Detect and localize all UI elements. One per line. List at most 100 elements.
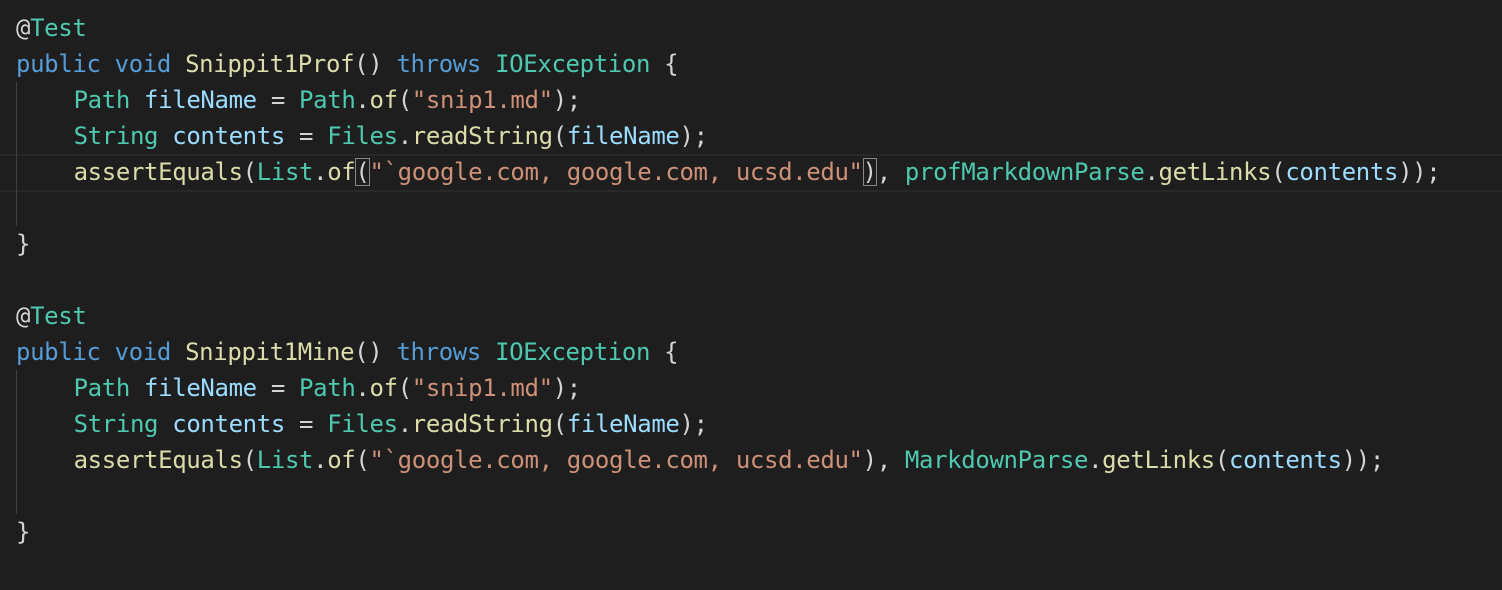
code-token: . (355, 374, 370, 402)
code-token: ); (552, 374, 582, 402)
code-token: = (256, 86, 300, 114)
code-token: )); (1398, 158, 1441, 186)
code-token: )); (1341, 446, 1385, 474)
code-token: void (114, 338, 172, 366)
code-token: ( (552, 122, 567, 150)
code-token: of (327, 158, 356, 186)
code-text: @Test (16, 302, 87, 330)
code-text: assertEquals(List.of("`google.com, googl… (16, 158, 1441, 186)
code-token: Path (73, 86, 131, 114)
code-token: = (256, 374, 300, 402)
code-line[interactable]: assertEquals(List.of("`google.com, googl… (16, 442, 1502, 478)
code-token: ( (242, 446, 257, 474)
code-text: Path fileName = Path.of("snip1.md"); (16, 86, 582, 114)
code-text: assertEquals(List.of("`google.com, googl… (16, 446, 1385, 474)
code-token: { (650, 338, 679, 366)
code-line[interactable] (16, 478, 1502, 514)
code-token: readString (411, 410, 553, 438)
code-token: ); (679, 410, 709, 438)
code-token: , (876, 158, 905, 186)
code-token: } (16, 518, 31, 546)
code-token: "snip1.md" (411, 374, 553, 402)
code-token: . (355, 86, 370, 114)
code-token: @ (16, 302, 31, 330)
code-token: public (16, 50, 101, 78)
code-token: = (284, 122, 328, 150)
code-line[interactable]: } (16, 226, 1502, 262)
matching-bracket: ( (355, 158, 370, 186)
code-token: ); (552, 86, 582, 114)
code-token: List (256, 158, 314, 186)
code-token: Snippit1Prof (185, 50, 355, 78)
code-text: } (16, 230, 30, 258)
code-text: public void Snippit1Mine() throws IOExce… (16, 338, 679, 366)
code-token: Path (299, 86, 356, 114)
code-token: public (16, 338, 101, 366)
code-token: ( (1271, 158, 1286, 186)
code-line[interactable]: public void Snippit1Prof() throws IOExce… (16, 46, 1502, 82)
code-token: ( (397, 374, 412, 402)
code-line[interactable]: Path fileName = Path.of("snip1.md"); (16, 370, 1502, 406)
code-token: "`google.com, google.com, ucsd.edu" (369, 158, 863, 186)
code-token: ), (862, 446, 905, 474)
code-text: String contents = Files.readString(fileN… (16, 410, 708, 438)
code-line[interactable]: @Test (16, 10, 1502, 46)
code-line[interactable]: @Test (16, 298, 1502, 334)
code-token: . (1088, 446, 1103, 474)
code-line[interactable] (16, 190, 1502, 226)
code-token: fileName (566, 410, 680, 438)
code-token: MarkdownParse (904, 446, 1089, 474)
code-text: @Test (16, 14, 87, 42)
code-token: ( (1214, 446, 1229, 474)
code-line[interactable]: Path fileName = Path.of("snip1.md"); (16, 82, 1502, 118)
code-token: ( (552, 410, 567, 438)
code-token: List (256, 446, 314, 474)
code-token: Test (30, 14, 87, 42)
code-token: ( (355, 446, 370, 474)
code-line[interactable]: String contents = Files.readString(fileN… (16, 118, 1502, 154)
code-token: String (73, 410, 159, 438)
code-line[interactable] (16, 262, 1502, 298)
code-token: Files (327, 410, 398, 438)
code-token: contents (1285, 158, 1399, 186)
code-token: Path (299, 374, 356, 402)
code-token: void (114, 50, 172, 78)
code-token: . (1144, 158, 1159, 186)
code-token: . (313, 158, 328, 186)
code-token: () (354, 338, 397, 366)
code-text: Path fileName = Path.of("snip1.md"); (16, 374, 582, 402)
code-line[interactable]: public void Snippit1Mine() throws IOExce… (16, 334, 1502, 370)
code-token: fileName (566, 122, 680, 150)
code-token: throws (396, 338, 481, 366)
code-text: public void Snippit1Prof() throws IOExce… (16, 50, 679, 78)
code-token: IOException (495, 338, 651, 366)
code-line[interactable]: assertEquals(List.of("`google.com, googl… (0, 154, 1502, 192)
code-token: ( (242, 158, 257, 186)
code-token: contents (1228, 446, 1342, 474)
code-token: } (16, 230, 31, 258)
code-token: . (313, 446, 328, 474)
code-token: @ (16, 14, 31, 42)
code-token: profMarkdownParse (904, 158, 1145, 186)
code-token: throws (396, 50, 481, 78)
code-token: Test (30, 302, 87, 330)
code-token: assertEquals (73, 158, 243, 186)
code-text: } (16, 518, 30, 546)
code-token: contents (172, 410, 285, 438)
code-token: "`google.com, google.com, ucsd.edu" (369, 446, 863, 474)
code-editor[interactable]: @Test public void Snippit1Prof() throws I… (0, 10, 1502, 550)
code-line[interactable]: } (16, 514, 1502, 550)
code-token: = (284, 410, 328, 438)
code-token: fileName (144, 86, 257, 114)
code-token: contents (172, 122, 285, 150)
code-token: String (73, 122, 159, 150)
code-token: . (397, 410, 412, 438)
code-line[interactable]: String contents = Files.readString(fileN… (16, 406, 1502, 442)
